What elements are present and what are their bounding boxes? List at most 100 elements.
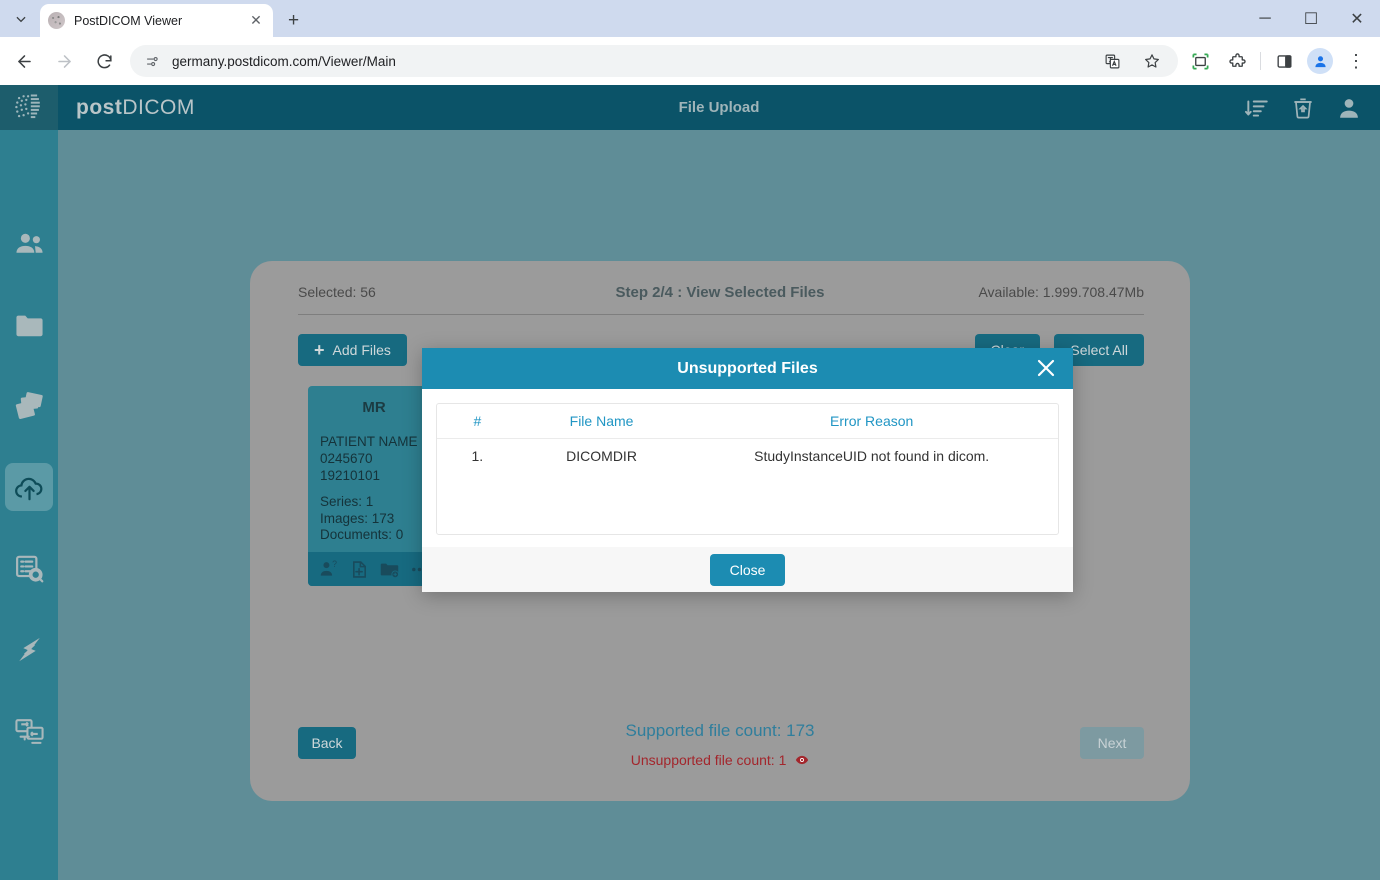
search-list-icon: [15, 555, 43, 582]
available-space-text: Available: 1.999.708.47Mb: [978, 284, 1144, 300]
tab-strip: PostDICOM Viewer ✕ + ─ ☐ ✕: [0, 0, 1380, 37]
row-file-name: DICOMDIR: [566, 448, 637, 464]
maximize-button[interactable]: ☐: [1288, 0, 1334, 37]
panel-footer: Back Supported file count: 173 Unsupport…: [250, 721, 1190, 779]
add-files-label: Add Files: [332, 342, 391, 358]
modal-footer: Close: [422, 547, 1073, 592]
panel-topline: Selected: 56 Step 2/4 : View Selected Fi…: [250, 284, 1190, 310]
sidebar-item-remote[interactable]: [5, 706, 53, 754]
modal-body: # File Name Error Reason 1. DICOMDIR Stu…: [422, 389, 1073, 547]
bookmark-star-icon[interactable]: [1138, 47, 1166, 75]
images-count: Images: 173: [320, 510, 395, 526]
omnibox-actions: [1098, 47, 1166, 75]
browser-toolbar: germany.postdicom.com/Viewer/Main ⋮: [0, 37, 1380, 85]
patient-dob: 19210101: [320, 467, 381, 483]
table-header-row: # File Name Error Reason: [437, 404, 1058, 439]
eye-icon[interactable]: [795, 753, 809, 770]
sidebar-item-sync[interactable]: [5, 625, 53, 673]
modal-close-button[interactable]: Close: [709, 553, 786, 586]
sidebar-item-studies[interactable]: [5, 382, 53, 430]
app-topbar: postDICOM File Upload: [58, 85, 1380, 130]
browser-menu-icon[interactable]: ⋮: [1342, 47, 1370, 75]
site-settings-icon[interactable]: [142, 51, 162, 71]
app-sidebar: [0, 85, 58, 880]
sidebar-item-patients[interactable]: [5, 220, 53, 268]
anonymize-icon[interactable]: ?: [319, 559, 340, 580]
address-bar[interactable]: germany.postdicom.com/Viewer/Main: [130, 45, 1178, 77]
patients-icon: [15, 233, 43, 253]
capture-icon[interactable]: [1186, 47, 1214, 75]
screen: PostDICOM Viewer ✕ + ─ ☐ ✕ germany.postd…: [0, 0, 1380, 880]
extensions-puzzle-icon[interactable]: [1223, 47, 1251, 75]
new-tab-button[interactable]: +: [281, 8, 306, 33]
sidebar-item-search[interactable]: [5, 544, 53, 592]
study-card-actions: ?: [308, 552, 440, 586]
remote-transfer-icon: [14, 718, 44, 744]
minimize-button[interactable]: ─: [1242, 0, 1288, 37]
forward-icon[interactable]: [48, 45, 80, 77]
patient-id: 0245670: [320, 450, 373, 466]
sidebar-items: [0, 130, 58, 754]
sidebar-item-folders[interactable]: [5, 301, 53, 349]
browser-chrome: PostDICOM Viewer ✕ + ─ ☐ ✕ germany.postd…: [0, 0, 1380, 85]
app-brand: postDICOM: [76, 96, 195, 120]
favicon-icon: [48, 12, 65, 29]
study-modality: MR: [362, 399, 386, 416]
brand-dicom: DICOM: [122, 95, 195, 119]
add-file-icon[interactable]: [349, 559, 370, 580]
col-error-reason: Error Reason: [685, 404, 1058, 439]
unsupported-count-text: Unsupported file count: 1: [630, 752, 787, 768]
patient-name: PATIENT NAME: [320, 434, 418, 449]
sync-arrows-icon: [18, 637, 40, 661]
content-area: Selected: 56 Step 2/4 : View Selected Fi…: [58, 130, 1380, 880]
modal-close-icon[interactable]: [1032, 354, 1060, 382]
sidebar-item-upload[interactable]: [5, 463, 53, 511]
modal-title: Unsupported Files: [677, 359, 818, 377]
profile-avatar[interactable]: [1307, 48, 1333, 74]
toolbar-divider: [1260, 52, 1261, 70]
cloud-upload-icon: [14, 477, 42, 500]
topbar-actions: [1244, 95, 1362, 121]
modal-header: Unsupported Files: [422, 348, 1073, 389]
supported-count-text: Supported file count: 173: [625, 721, 815, 740]
panel-divider: [298, 314, 1144, 315]
toolbar-right: ⋮: [1186, 47, 1380, 75]
window-controls: ─ ☐ ✕: [1242, 0, 1380, 37]
tab-search-icon[interactable]: [8, 7, 34, 31]
trash-icon[interactable]: [1290, 95, 1316, 121]
files-table: # File Name Error Reason 1. DICOMDIR Stu…: [437, 404, 1058, 473]
sort-download-icon[interactable]: [1244, 95, 1270, 121]
add-folder-icon[interactable]: [379, 559, 400, 580]
page-title: File Upload: [678, 99, 760, 116]
row-index: 1.: [471, 448, 484, 464]
sidebar-logo: [0, 85, 58, 130]
documents-count: Documents: 0: [320, 527, 404, 543]
row-error-reason: StudyInstanceUID not found in dicom.: [754, 448, 990, 464]
brand-post: post: [76, 95, 123, 119]
back-icon[interactable]: [8, 45, 40, 77]
table-row: 1. DICOMDIR StudyInstanceUID not found i…: [437, 439, 1058, 474]
browser-tab[interactable]: PostDICOM Viewer ✕: [40, 4, 273, 37]
svg-text:?: ?: [332, 559, 337, 569]
studies-stack-icon: [15, 391, 43, 419]
series-count: Series: 1: [320, 493, 374, 509]
postdicom-app: postDICOM File Upload Selected: 56 Step: [0, 85, 1380, 880]
study-details: PATIENT NAME 0245670 19210101 Series: 1 …: [308, 416, 440, 544]
url-text: germany.postdicom.com/Viewer/Main: [172, 53, 396, 69]
col-index: #: [437, 404, 518, 439]
reload-icon[interactable]: [88, 45, 120, 77]
unsupported-files-table: # File Name Error Reason 1. DICOMDIR Stu…: [436, 403, 1059, 535]
next-button[interactable]: Next: [1080, 727, 1144, 759]
add-files-button[interactable]: + Add Files: [298, 334, 407, 366]
tab-title: PostDICOM Viewer: [74, 13, 183, 28]
col-file-name: File Name: [517, 404, 686, 439]
user-account-icon[interactable]: [1336, 95, 1362, 121]
split-view-icon[interactable]: [1270, 47, 1298, 75]
close-icon[interactable]: ✕: [247, 12, 265, 30]
unsupported-files-modal: Unsupported Files # File Name Error Reas…: [422, 348, 1073, 592]
unsupported-count-row: Unsupported file count: 1: [250, 752, 1190, 770]
study-card[interactable]: MR PATIENT NAME 0245670 19210101 Series:…: [308, 386, 440, 586]
folder-icon: [15, 315, 43, 336]
translate-icon[interactable]: [1098, 47, 1126, 75]
window-close-button[interactable]: ✕: [1334, 0, 1380, 37]
